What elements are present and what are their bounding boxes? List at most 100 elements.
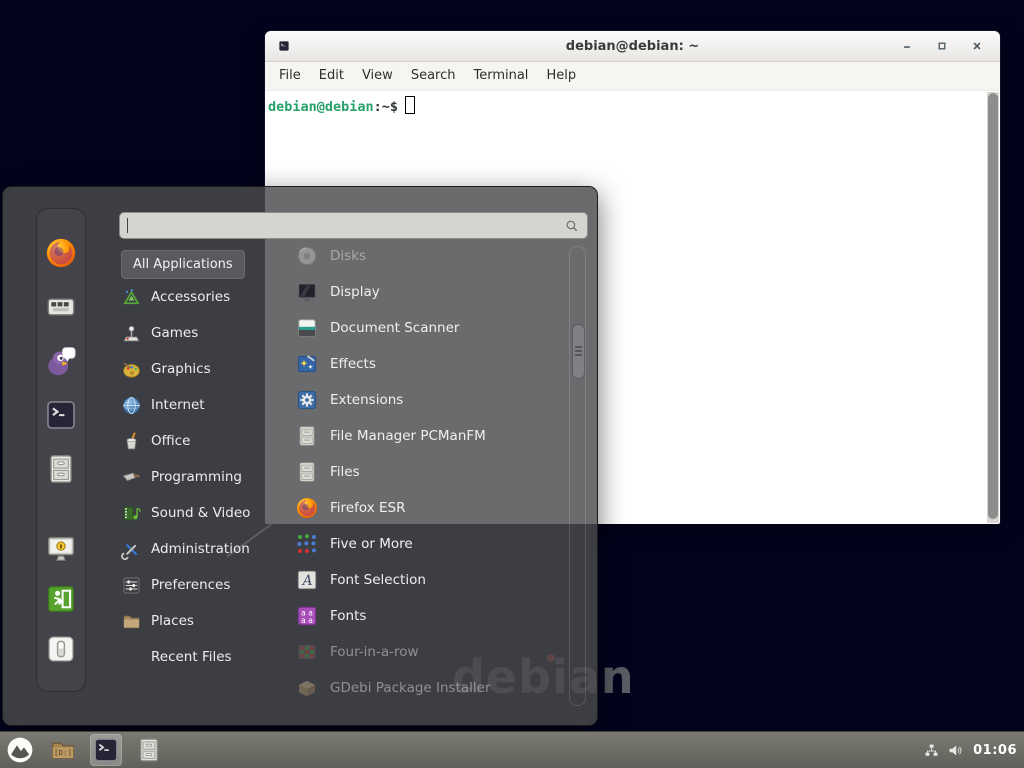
- terminal-scrollbar[interactable]: [987, 92, 999, 523]
- category-label: Games: [151, 325, 198, 341]
- application-icon: [295, 388, 319, 412]
- taskbar-launcher[interactable]: [4, 734, 36, 766]
- application-icon: [295, 532, 319, 556]
- taskbar-launchers: [0, 734, 165, 766]
- application-icon: [295, 568, 319, 592]
- favorite-launcher[interactable]: [44, 290, 78, 324]
- window-control-button[interactable]: [900, 39, 914, 53]
- menu-scrollbar-thumb[interactable]: [572, 324, 585, 379]
- application-item[interactable]: Effects: [281, 346, 557, 382]
- category-item[interactable]: Places: [121, 603, 267, 639]
- launcher-icon: [92, 736, 120, 764]
- application-item[interactable]: File Manager PCManFM: [281, 418, 557, 454]
- favorite-launcher[interactable]: [44, 344, 78, 378]
- favorite-icon: [44, 398, 78, 432]
- category-item[interactable]: Accessories: [121, 279, 267, 315]
- category-icon: [121, 467, 142, 488]
- menubar-item[interactable]: File: [270, 62, 310, 90]
- application-label: Fonts: [330, 608, 366, 624]
- terminal-prompt-line: debian@debian:~$: [265, 91, 1000, 115]
- application-item[interactable]: Font Selection: [281, 562, 557, 598]
- application-icon: [295, 496, 319, 520]
- category-icon: [121, 431, 142, 452]
- system-tray: 01:06: [923, 742, 1024, 759]
- category-label: Internet: [151, 397, 205, 413]
- favorites-rail: [36, 208, 86, 692]
- application-label: Font Selection: [330, 572, 426, 588]
- terminal-scrollbar-thumb[interactable]: [988, 93, 998, 519]
- application-item[interactable]: GDebi Package Installer: [281, 670, 557, 706]
- taskbar-launcher[interactable]: [133, 734, 165, 766]
- application-item[interactable]: Document Scanner: [281, 310, 557, 346]
- category-item[interactable]: Recent Files: [121, 639, 267, 675]
- menubar-item[interactable]: Edit: [310, 62, 353, 90]
- category-icon: [121, 287, 142, 308]
- category-item[interactable]: Sound & Video: [121, 495, 267, 531]
- prompt-suffix: :~$: [374, 99, 398, 115]
- application-item[interactable]: Files: [281, 454, 557, 490]
- session-icon: [45, 583, 77, 615]
- tray-icon[interactable]: [923, 742, 940, 759]
- menubar-item[interactable]: Help: [537, 62, 585, 90]
- favorite-icon: [44, 452, 78, 486]
- window-title: debian@debian: ~: [265, 39, 1000, 54]
- menubar-item[interactable]: Terminal: [464, 62, 537, 90]
- category-label: Programming: [151, 469, 242, 485]
- application-icon: [295, 244, 319, 268]
- session-button[interactable]: [45, 633, 77, 665]
- terminal-titlebar[interactable]: debian@debian: ~: [265, 31, 1000, 62]
- window-control-button[interactable]: [970, 39, 984, 53]
- application-label: Extensions: [330, 392, 403, 408]
- launcher-icon: [135, 736, 163, 764]
- category-item[interactable]: Administration: [121, 531, 267, 567]
- application-item[interactable]: Extensions: [281, 382, 557, 418]
- favorite-launcher[interactable]: [44, 452, 78, 486]
- category-item[interactable]: Preferences: [121, 567, 267, 603]
- category-icon: [121, 575, 142, 596]
- category-item[interactable]: Internet: [121, 387, 267, 423]
- search-input[interactable]: [128, 218, 564, 233]
- applications-menu: All Applications Accessories Games Graph…: [2, 186, 598, 726]
- application-icon: [295, 640, 319, 664]
- tray-icon[interactable]: [947, 742, 964, 759]
- categories-column: All Applications Accessories Games Graph…: [121, 250, 267, 675]
- favorite-launcher[interactable]: [44, 398, 78, 432]
- category-label: Sound & Video: [151, 505, 250, 521]
- favorite-launcher[interactable]: [44, 236, 78, 270]
- session-button[interactable]: [45, 533, 77, 565]
- taskbar-clock[interactable]: 01:06: [971, 743, 1017, 758]
- window-control-button[interactable]: [935, 39, 949, 53]
- all-applications-button[interactable]: All Applications: [121, 250, 245, 279]
- application-icon: [295, 316, 319, 340]
- favorite-icon: [44, 236, 78, 270]
- menubar-item[interactable]: Search: [402, 62, 465, 90]
- category-icon: [121, 503, 142, 524]
- session-button[interactable]: [45, 583, 77, 615]
- prompt-user-host: debian@debian: [268, 99, 374, 115]
- taskbar-launcher[interactable]: [90, 734, 122, 766]
- favorite-icon: [44, 290, 78, 324]
- application-item[interactable]: Five or More: [281, 526, 557, 562]
- application-icon: [295, 280, 319, 304]
- category-item[interactable]: Games: [121, 315, 267, 351]
- session-icon: [45, 633, 77, 665]
- application-label: Display: [330, 284, 380, 300]
- category-item[interactable]: Office: [121, 423, 267, 459]
- menu-search-box[interactable]: [119, 212, 588, 239]
- category-item[interactable]: Graphics: [121, 351, 267, 387]
- application-item[interactable]: Disks: [281, 238, 557, 274]
- window-controls: [900, 39, 1000, 53]
- application-item[interactable]: Four-in-a-row: [281, 634, 557, 670]
- application-item[interactable]: Fonts: [281, 598, 557, 634]
- category-item[interactable]: Programming: [121, 459, 267, 495]
- taskbar-launcher[interactable]: [47, 734, 79, 766]
- menubar-item[interactable]: View: [353, 62, 402, 90]
- launcher-icon: [6, 736, 34, 764]
- menu-scrollbar[interactable]: [569, 246, 586, 706]
- application-label: Disks: [330, 248, 366, 264]
- application-item[interactable]: Display: [281, 274, 557, 310]
- category-icon: [121, 539, 142, 560]
- application-item[interactable]: Firefox ESR: [281, 490, 557, 526]
- application-label: File Manager PCManFM: [330, 428, 486, 444]
- applications-list: Disks Display Document Scanner Effects E…: [281, 238, 557, 706]
